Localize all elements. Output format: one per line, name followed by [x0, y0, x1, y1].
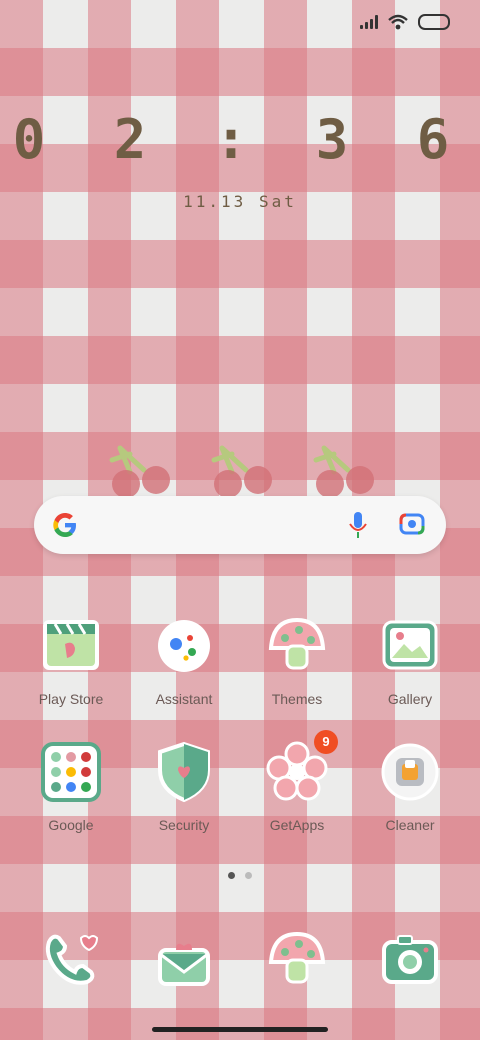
cherry-decoration — [313, 445, 374, 498]
folder-google[interactable]: Google — [16, 740, 126, 833]
phone-icon — [45, 934, 99, 985]
clock-time[interactable]: 0 2 : 3 6 — [0, 108, 480, 171]
camera-icon — [382, 935, 438, 984]
page-dot[interactable] — [245, 872, 252, 879]
google-logo-icon — [53, 513, 76, 537]
cherry-decoration — [109, 445, 170, 498]
app-label: Security — [158, 817, 210, 833]
lens-icon[interactable] — [398, 510, 426, 538]
home-screen: 0 2 : 3 6 11.13 Sat Play Store Assistant… — [0, 0, 480, 1040]
app-cleaner[interactable]: Cleaner — [355, 740, 465, 833]
cherry-decoration — [211, 445, 272, 498]
assistant-icon — [158, 620, 210, 672]
play-store-icon — [43, 620, 99, 670]
dock-camera[interactable] — [355, 928, 465, 997]
mushroom-icon — [268, 931, 326, 984]
gallery-icon — [382, 620, 438, 670]
app-label: Assistant — [155, 691, 213, 707]
app-play-store[interactable]: Play Store — [16, 614, 126, 707]
mushroom-icon — [268, 617, 326, 670]
microphone-icon[interactable] — [348, 510, 368, 540]
status-bar — [360, 14, 450, 30]
signal-icon — [360, 15, 378, 29]
battery-icon — [418, 14, 450, 30]
app-label: Gallery — [387, 691, 433, 707]
shield-icon — [158, 741, 210, 803]
app-security[interactable]: Security — [129, 740, 239, 833]
page-indicator[interactable] — [0, 872, 480, 879]
app-getapps[interactable]: 9 GetApps — [242, 730, 352, 833]
app-label: Themes — [271, 691, 323, 707]
message-icon — [158, 943, 210, 986]
dock-phone[interactable] — [16, 928, 126, 997]
notification-badge: 9 — [314, 730, 338, 754]
app-label: Play Store — [38, 691, 104, 707]
wifi-icon — [388, 14, 408, 30]
folder-icon — [41, 742, 101, 802]
app-themes[interactable]: Themes — [242, 614, 352, 707]
clock-date[interactable]: 11.13 Sat — [0, 192, 480, 211]
google-search-bar[interactable] — [34, 496, 446, 554]
app-gallery[interactable]: Gallery — [355, 614, 465, 707]
app-label: Google — [48, 817, 94, 833]
page-dot[interactable] — [228, 872, 235, 879]
home-indicator[interactable] — [152, 1027, 328, 1032]
app-label: Cleaner — [385, 817, 435, 833]
app-assistant[interactable]: Assistant — [129, 614, 239, 707]
dock-themes[interactable] — [242, 928, 352, 997]
cleaner-icon — [381, 743, 439, 801]
app-label: GetApps — [269, 817, 325, 833]
dock-messages[interactable] — [129, 928, 239, 997]
